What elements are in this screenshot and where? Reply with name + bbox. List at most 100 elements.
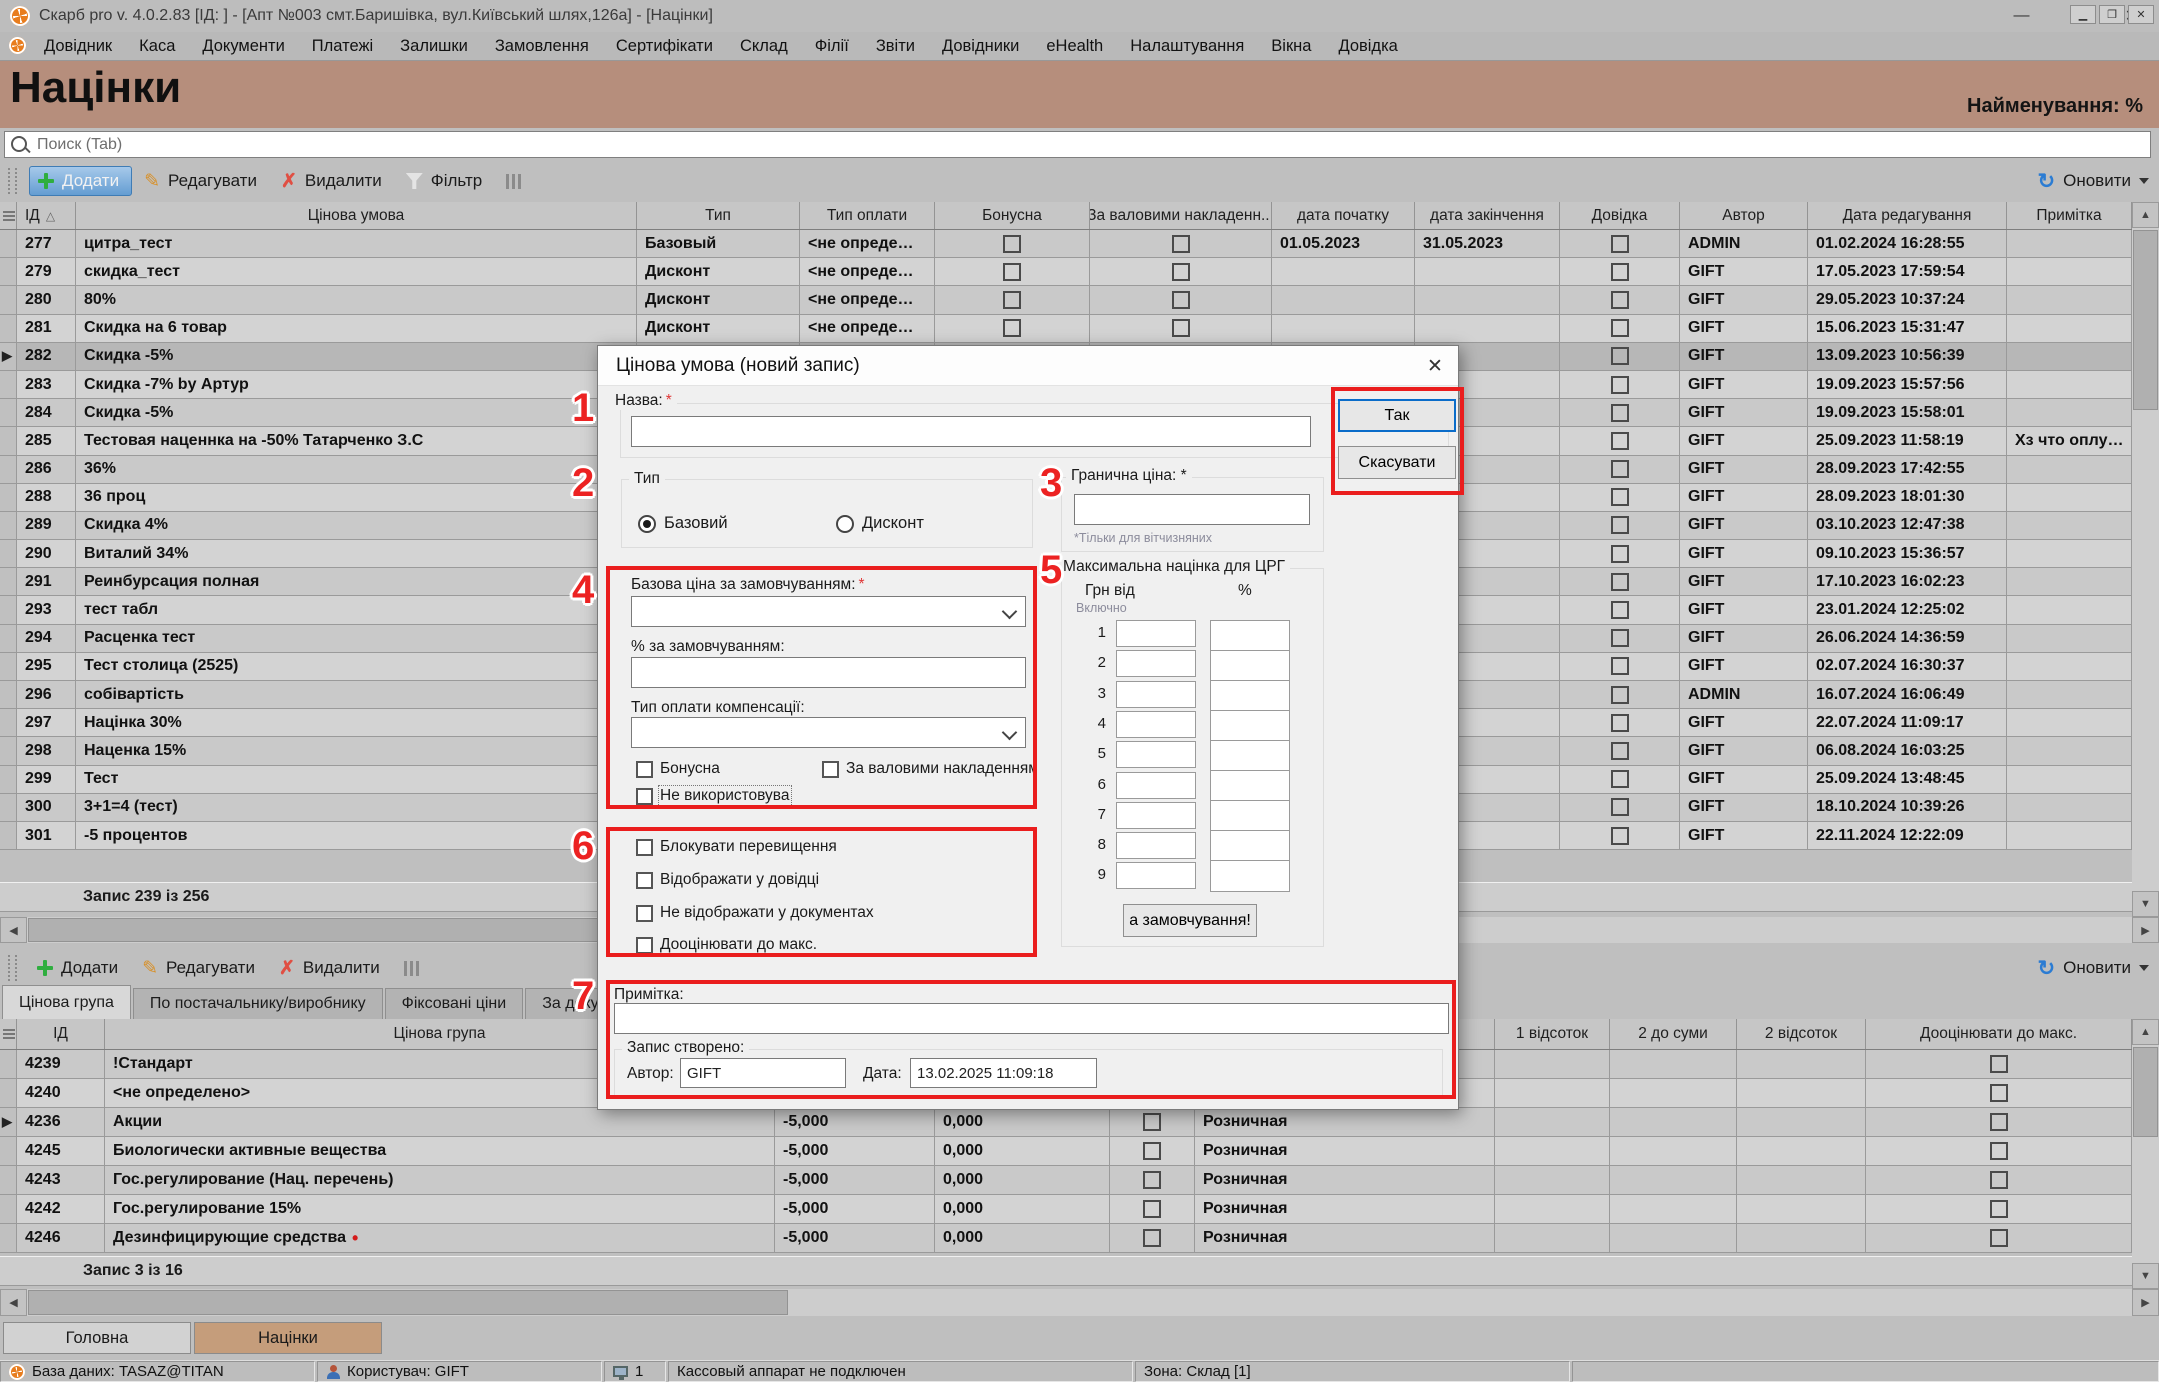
menu-item[interactable]: Вікна: [1271, 37, 1311, 56]
table-row[interactable]: 281 Скидка на 6 товар Дисконт <не опреде…: [0, 315, 2132, 343]
delete-button[interactable]: ✗Видалити: [271, 954, 392, 982]
menu-item[interactable]: Звіти: [876, 37, 915, 56]
revalue-max-checkbox[interactable]: Дооцінювати до макс.: [636, 936, 817, 954]
column-header-reference[interactable]: Довідка: [1560, 202, 1680, 229]
columns-button[interactable]: [396, 957, 434, 980]
unused-checkbox[interactable]: Не використовува: [636, 787, 790, 805]
crg-grn-input[interactable]: [1116, 772, 1196, 799]
crg-grn-input[interactable]: [1116, 832, 1196, 859]
column-header-bonus[interactable]: Бонусна: [935, 202, 1090, 229]
gross-checkbox[interactable]: За валовими накладенням: [822, 760, 1033, 778]
chevron-down-icon[interactable]: [2139, 178, 2149, 184]
cancel-button[interactable]: Скасувати: [1338, 446, 1456, 479]
crg-grn-input[interactable]: [1116, 862, 1196, 889]
menu-item[interactable]: Налаштування: [1130, 37, 1244, 56]
checkbox[interactable]: [1611, 629, 1629, 647]
checkbox[interactable]: [1990, 1113, 2008, 1131]
checkbox[interactable]: [1611, 460, 1629, 478]
mdi-close-button[interactable]: ✕: [2128, 5, 2154, 24]
checkbox[interactable]: [1611, 714, 1629, 732]
delete-button[interactable]: ✗Видалити: [273, 167, 394, 195]
hide-docs-checkbox[interactable]: Не відображати у документах: [636, 904, 874, 922]
table-row[interactable]: 4242 Гос.регулирование 15% -5,000 0,000 …: [0, 1195, 2132, 1224]
column-header-paytype[interactable]: Тип оплати: [800, 202, 935, 229]
minimize-button[interactable]: —: [1994, 0, 2049, 32]
table-row[interactable]: ▶ 4236 Акции -5,000 0,000 Розничная: [0, 1108, 2132, 1137]
checkbox[interactable]: [1611, 827, 1629, 845]
checkbox[interactable]: [1611, 235, 1629, 253]
checkbox[interactable]: [1611, 601, 1629, 619]
edit-button[interactable]: ✎Редагувати: [134, 954, 267, 982]
chevron-down-icon[interactable]: [2139, 965, 2149, 971]
column-header-id[interactable]: ІД△: [17, 202, 76, 229]
column-header-pct2[interactable]: 2 відсоток: [1737, 1019, 1866, 1049]
checkbox[interactable]: [1172, 235, 1190, 253]
column-header-condition[interactable]: Цінова умова: [76, 202, 637, 229]
scroll-up-icon[interactable]: ▲: [2132, 1019, 2159, 1045]
crg-percent-column[interactable]: [1210, 620, 1290, 892]
checkbox[interactable]: [1003, 319, 1021, 337]
search-input[interactable]: [4, 131, 2151, 158]
scroll-left-icon[interactable]: ◀: [0, 1289, 27, 1316]
checkbox[interactable]: [1611, 404, 1629, 422]
checkbox[interactable]: [1172, 291, 1190, 309]
checkbox[interactable]: [1611, 657, 1629, 675]
radio-discount[interactable]: Дисконт: [836, 514, 924, 533]
checkbox[interactable]: [1003, 263, 1021, 281]
date-input[interactable]: [910, 1058, 1097, 1088]
checkbox[interactable]: [1611, 488, 1629, 506]
menu-item[interactable]: Каса: [139, 37, 175, 56]
column-header-dateend[interactable]: дата закінчення: [1415, 202, 1560, 229]
crg-grn-input[interactable]: [1116, 620, 1196, 647]
name-input[interactable]: [631, 416, 1311, 447]
horizontal-scrollbar[interactable]: ◀ ▶: [0, 1289, 2159, 1316]
default-button[interactable]: а замовчування!: [1123, 904, 1257, 937]
table-row[interactable]: 4243 Гос.регулирование (Нац. перечень) -…: [0, 1166, 2132, 1195]
pct-input[interactable]: [631, 657, 1026, 688]
table-row[interactable]: 277 цитра_тест Базовый <не опреде… 01.05…: [0, 230, 2132, 258]
checkbox[interactable]: [1003, 291, 1021, 309]
checkbox[interactable]: [1611, 516, 1629, 534]
show-reference-checkbox[interactable]: Відображати у довідці: [636, 871, 819, 889]
checkbox[interactable]: [1611, 319, 1629, 337]
vertical-scrollbar[interactable]: ▲ ▼: [2132, 202, 2159, 917]
mdi-restore-button[interactable]: ❐: [2099, 5, 2125, 24]
radio-base[interactable]: Базовий: [638, 514, 728, 533]
table-row[interactable]: 4245 Биологически активные вещества -5,0…: [0, 1137, 2132, 1166]
add-button[interactable]: Додати: [29, 954, 130, 982]
checkbox[interactable]: [1611, 263, 1629, 281]
checkbox[interactable]: [1990, 1084, 2008, 1102]
crg-grn-input[interactable]: [1116, 681, 1196, 708]
scroll-left-icon[interactable]: ◀: [0, 917, 27, 943]
checkbox[interactable]: [1003, 235, 1021, 253]
column-header-author[interactable]: Автор: [1680, 202, 1808, 229]
menu-item[interactable]: Платежі: [312, 37, 373, 56]
window-tab[interactable]: Націнки: [194, 1322, 382, 1354]
menu-item[interactable]: Філії: [815, 37, 849, 56]
window-tab[interactable]: Головна: [3, 1322, 191, 1354]
checkbox[interactable]: [1990, 1229, 2008, 1247]
scroll-up-icon[interactable]: ▲: [2132, 202, 2159, 228]
checkbox[interactable]: [1143, 1229, 1161, 1247]
column-header-pct1[interactable]: 1 відсоток: [1495, 1019, 1610, 1049]
filter-button[interactable]: Фільтр: [398, 167, 494, 195]
column-header-datestart[interactable]: дата початку: [1272, 202, 1415, 229]
tab[interactable]: Фіксовані ціни: [385, 988, 524, 1019]
column-header-editdate[interactable]: Дата редагування: [1808, 202, 2007, 229]
menu-item[interactable]: Довідка: [1338, 37, 1397, 56]
ok-button[interactable]: Так: [1338, 399, 1456, 432]
checkbox[interactable]: [1611, 573, 1629, 591]
column-header-note[interactable]: Примітка: [2007, 202, 2132, 229]
crg-grn-input[interactable]: [1116, 650, 1196, 677]
comp-select[interactable]: [631, 717, 1026, 748]
checkbox[interactable]: [1611, 770, 1629, 788]
table-row[interactable]: 279 скидка_тест Дисконт <не опреде… GIFT…: [0, 258, 2132, 286]
gutter-header[interactable]: [0, 1019, 17, 1049]
checkbox[interactable]: [1172, 319, 1190, 337]
checkbox[interactable]: [1611, 347, 1629, 365]
tab[interactable]: По постачальнику/виробнику: [133, 988, 383, 1019]
menu-item[interactable]: Довідники: [942, 37, 1019, 56]
checkbox[interactable]: [1611, 432, 1629, 450]
mdi-minimize-button[interactable]: ▁: [2070, 5, 2096, 24]
scroll-thumb[interactable]: [2133, 1047, 2158, 1137]
